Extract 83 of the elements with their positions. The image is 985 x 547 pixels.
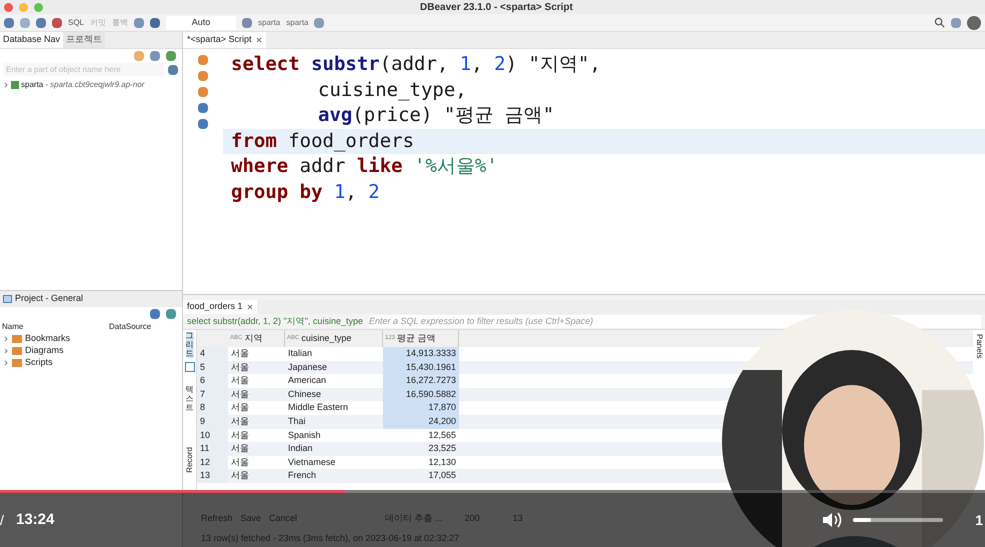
grid-icon[interactable] xyxy=(184,362,194,372)
table-cell-text: 서울 xyxy=(230,456,250,469)
table-cell-text: 12,130 xyxy=(427,456,457,469)
tree-item[interactable]: sparta xyxy=(21,78,44,90)
table-cell-text: 23,525 xyxy=(427,442,457,456)
row-number: 5 xyxy=(197,360,228,374)
code-line: select substr(addr, 1, 2) "지역", xyxy=(230,52,602,77)
table-cell-text: Japanese xyxy=(287,360,328,374)
side-tab[interactable]: Panels xyxy=(973,334,985,358)
tree-item[interactable]: Bookmarks xyxy=(25,332,70,346)
tree-item[interactable]: Diagrams xyxy=(25,344,64,358)
table-cell-text: French xyxy=(287,469,318,482)
row-number: 11 xyxy=(197,442,228,456)
database-icon xyxy=(11,80,19,88)
table-cell-text: Spanish xyxy=(287,428,322,442)
avatar-icon[interactable] xyxy=(967,16,981,30)
datasource-selector[interactable]: sparta xyxy=(258,16,280,28)
table-cell-text: Chinese xyxy=(287,388,322,401)
table-cell: 16,272.7273 xyxy=(383,374,459,388)
table-cell-text: 서울 xyxy=(230,442,250,456)
side-tab[interactable]: 그리드 xyxy=(186,332,194,358)
row-number: 10 xyxy=(197,428,228,442)
table-cell: 15,430.1961 xyxy=(383,360,459,374)
progress-track[interactable] xyxy=(0,490,985,493)
panel-tab[interactable]: 프로젝트 xyxy=(63,32,106,48)
maximize-window-icon[interactable] xyxy=(34,2,43,12)
sql-editor-button[interactable]: SQL xyxy=(68,16,84,28)
results-tab[interactable]: food_orders 1 xyxy=(183,300,247,314)
table-cell-text: 서울 xyxy=(230,388,250,401)
row-number: 12 xyxy=(197,456,228,470)
search-field[interactable]: Enter a part of object name here xyxy=(4,63,164,76)
window-title: DBeaver 23.1.0 - <sparta> Script xyxy=(420,0,573,14)
table-cell-text: 12,565 xyxy=(427,428,457,442)
table-cell-text: Middle Eastern xyxy=(287,401,350,414)
table-cell-text: Italian xyxy=(287,347,314,360)
side-tab[interactable]: 텍스트 xyxy=(186,386,194,413)
column-header: DataSource xyxy=(109,321,152,333)
table-cell-text: 서울 xyxy=(230,360,250,374)
table-cell-text: 서울 xyxy=(230,401,250,414)
transaction-mode-field[interactable]: Auto xyxy=(166,16,236,30)
player-mark: 1 xyxy=(975,510,984,530)
row-number: 6 xyxy=(197,374,228,388)
table-cell-text: 서울 xyxy=(230,428,250,442)
row-number: 4 xyxy=(197,347,228,361)
query-text: select substr(addr, 1, 2) "지역", cuisine_type xyxy=(187,314,363,328)
row-number: 8 xyxy=(197,401,228,415)
code-line: cuisine_type, xyxy=(317,78,468,102)
table-cell-text: Vietnamese xyxy=(287,456,336,469)
close-icon[interactable] xyxy=(246,304,253,310)
close-icon[interactable] xyxy=(256,37,262,43)
table-cell-text: 서울 xyxy=(230,374,250,388)
volume-icon[interactable] xyxy=(821,510,844,530)
table-cell-text: 서울 xyxy=(230,469,250,482)
chevron-icon[interactable] xyxy=(3,82,9,88)
connection-detail: - sparta.cbt9ceqjwlr9.ap-nor xyxy=(45,78,144,90)
code-line: where addr like '%서울%' xyxy=(230,154,499,179)
row-number: 13 xyxy=(197,469,228,483)
row-number: 7 xyxy=(197,388,228,402)
table-cell: 17,870 xyxy=(383,401,459,415)
table-cell-text: Indian xyxy=(287,442,314,456)
table-cell-text: 서울 xyxy=(230,347,250,360)
table-cell: 16,590.5882 xyxy=(383,388,459,402)
player-mark: / xyxy=(0,510,5,530)
table-cell: 14,913.3333 xyxy=(383,347,459,361)
table-cell-text: 서울 xyxy=(230,414,250,428)
code-line: avg(price) "평균 금액" xyxy=(317,103,556,128)
table-cell-text: Thai xyxy=(287,414,307,428)
project-icon xyxy=(3,295,12,303)
table-cell-text: American xyxy=(287,374,328,388)
editor-tab[interactable]: *<sparta> Script xyxy=(183,32,256,48)
close-window-icon[interactable] xyxy=(4,2,13,12)
tree-item[interactable]: Scripts xyxy=(25,356,53,370)
table-cell-text: 17,055 xyxy=(427,469,457,482)
code-line: group by 1, 2 xyxy=(230,180,381,204)
panel-tab[interactable]: Database Nav xyxy=(0,32,64,48)
row-number: 9 xyxy=(197,414,228,429)
schema-selector[interactable]: sparta xyxy=(286,16,308,28)
volume-fill[interactable] xyxy=(853,518,872,522)
column-header: Name xyxy=(2,321,24,333)
side-tab[interactable]: Record xyxy=(184,446,196,473)
time-text: 13:24 xyxy=(16,510,54,530)
volume-track[interactable] xyxy=(853,518,944,522)
table-cell: 24,200 xyxy=(383,414,459,429)
